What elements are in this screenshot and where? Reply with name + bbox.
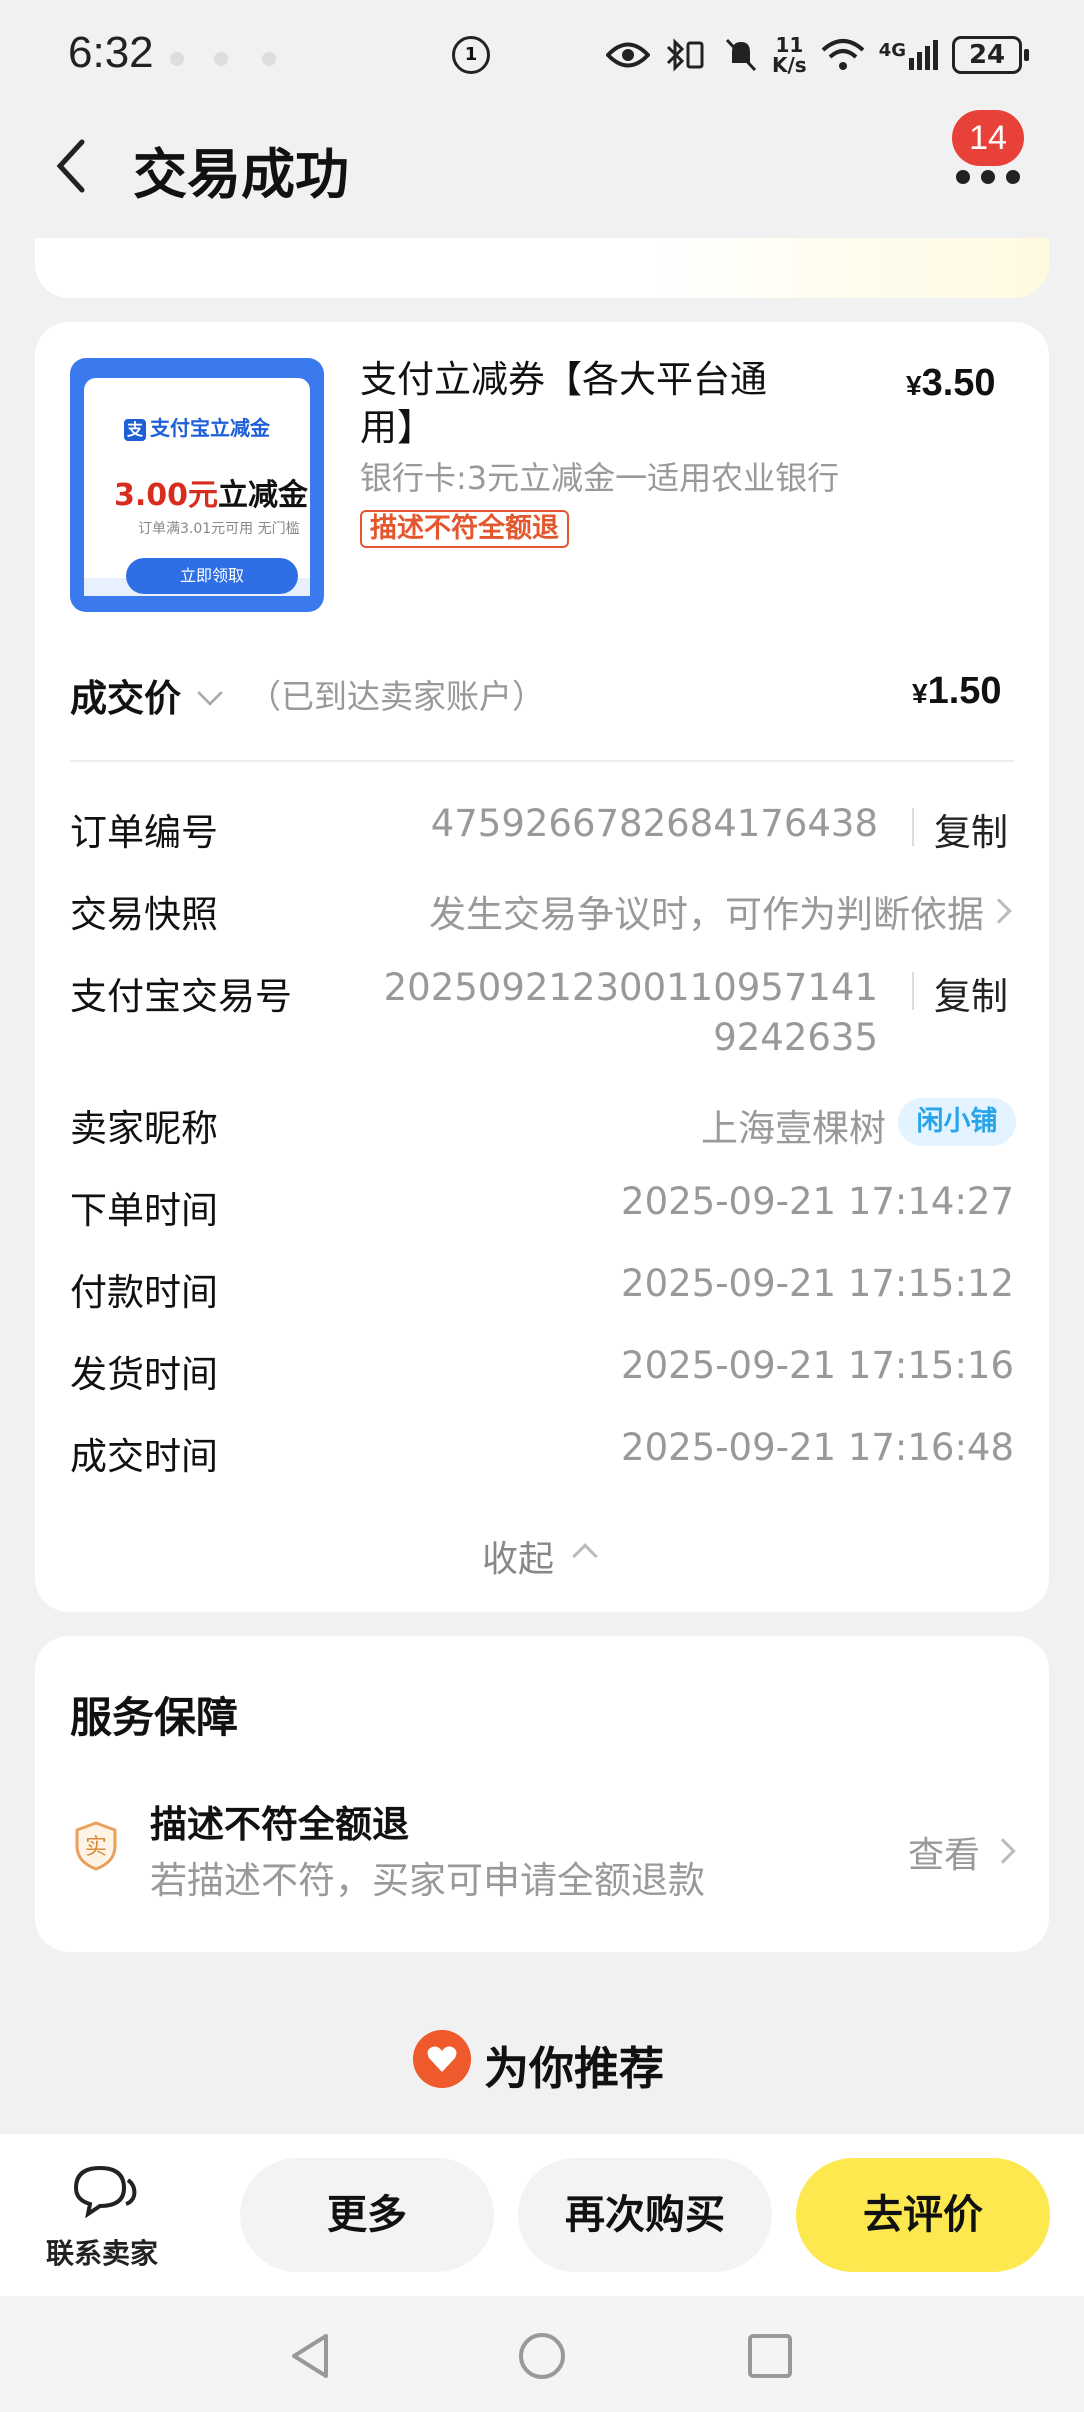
status-icons: 11 K/s 4G 24 (606, 30, 1030, 80)
thumbnail-amount: 3.00元立减金 (114, 470, 308, 514)
network-speed: 11 K/s (772, 35, 807, 75)
cellular-signal-icon: 4G (878, 40, 939, 70)
shield-icon: 实 (75, 1821, 117, 1871)
wifi-icon (821, 39, 865, 70)
heart-icon (413, 2030, 471, 2088)
thumbnail-brand-text: 支付宝立减金 (150, 416, 270, 440)
deal-price: ¥1.50 (912, 670, 1002, 713)
status-time: 6:32 (68, 28, 154, 77)
nav-home-icon[interactable] (516, 2330, 568, 2382)
service-view-link[interactable]: 查看 (908, 1826, 980, 1878)
ship-time-value: 2025-09-21 17:15:16 (621, 1344, 1014, 1387)
snapshot-label: 交易快照 (70, 893, 218, 936)
service-title: 服务保障 (70, 1693, 239, 1742)
nav-back-icon[interactable] (286, 2330, 334, 2382)
currency-symbol: ¥ (912, 678, 928, 709)
thumbnail-coupon: 支支付宝立减金 3.00元立减金 订单满3.01元可用 无门槛 立即领取 (84, 378, 310, 596)
shield-icon-char: 实 (85, 1835, 107, 1860)
recommend-title: 为你推荐 (484, 2042, 665, 2095)
bluetooth-vibrate-icon (666, 38, 704, 72)
service-name: 描述不符全额退 (150, 1803, 409, 1846)
data-saver-icon: 1 (452, 36, 490, 74)
order-time-value: 2025-09-21 17:14:27 (621, 1180, 1014, 1223)
order-number-label: 订单编号 (70, 811, 218, 854)
network-speed-value: 11 (775, 33, 804, 57)
deal-price-value: 1.50 (927, 670, 1002, 712)
seller-name[interactable]: 上海壹棵树 (701, 1098, 886, 1152)
order-time-label: 下单时间 (70, 1189, 218, 1232)
thumbnail-amount-suffix: 立减金 (218, 478, 309, 513)
more-button[interactable]: 更多 (240, 2158, 494, 2272)
item-thumbnail[interactable]: 支支付宝立减金 3.00元立减金 订单满3.01元可用 无门槛 立即领取 (70, 358, 324, 612)
item-price-value: 3.50 (921, 362, 996, 404)
thumbnail-claim-button: 立即领取 (126, 558, 298, 594)
buy-again-button[interactable]: 再次购买 (518, 2158, 772, 2272)
alipay-logo-icon: 支 (124, 418, 146, 441)
thumbnail-amount-value: 3.00元 (114, 478, 219, 513)
snapshot-value[interactable]: 发生交易争议时，可作为判断依据 (429, 884, 984, 938)
back-arrow-icon[interactable] (50, 136, 96, 196)
ship-time-label: 发货时间 (70, 1353, 218, 1396)
status-notification-icon (262, 52, 276, 66)
mute-bell-icon (725, 38, 757, 72)
battery-indicator: 24 (952, 36, 1030, 74)
status-banner-card (35, 238, 1049, 298)
system-navigation-bar (0, 2296, 1084, 2412)
pay-time-value: 2025-09-21 17:15:12 (621, 1262, 1014, 1305)
contact-seller-label[interactable]: 联系卖家 (46, 2232, 158, 2272)
status-notification-icon (170, 52, 184, 66)
divider (70, 760, 1014, 762)
eye-icon (606, 42, 650, 68)
status-bar: 6:32 1 11 K/s 4G 24 (0, 0, 1084, 110)
pay-time-label: 付款时间 (70, 1271, 218, 1314)
deal-price-note: （已到达卖家账户） (248, 677, 545, 716)
review-button[interactable]: 去评价 (796, 2158, 1050, 2272)
thumbnail-brand: 支支付宝立减金 (124, 412, 270, 441)
copy-alipay-number-button[interactable]: 复制 (934, 966, 1008, 1020)
network-type: 4G (878, 40, 907, 61)
item-title[interactable]: 支付立减券【各大平台通用】 (360, 356, 820, 452)
alipay-trade-number-line2: 9242635 (713, 1016, 878, 1059)
order-number-value: 4759266782684176438 (430, 802, 878, 845)
alipay-trade-number-line1: 202509212300110957141 (383, 966, 878, 1009)
shop-badge: 闲小铺 (898, 1098, 1016, 1146)
seller-label: 卖家昵称 (70, 1107, 218, 1150)
item-sku: 银行卡:3元立减金一适用农业银行 (360, 459, 840, 497)
page-title: 交易成功 (133, 145, 349, 205)
service-description: 若描述不符，买家可申请全额退款 (150, 1859, 705, 1902)
more-dots-icon[interactable] (956, 170, 1020, 184)
separator (912, 808, 914, 846)
chat-bubble-icon[interactable] (70, 2162, 140, 2218)
separator (912, 972, 914, 1010)
copy-order-number-button[interactable]: 复制 (934, 802, 1008, 856)
deal-price-label[interactable]: 成交价 (70, 668, 181, 722)
refund-guarantee-tag: 描述不符全额退 (360, 510, 569, 548)
network-speed-unit: K/s (772, 53, 807, 77)
collapse-button[interactable]: 收起 (482, 1530, 554, 1582)
alipay-trade-number-label: 支付宝交易号 (70, 975, 292, 1018)
nav-recents-icon[interactable] (746, 2332, 794, 2380)
item-price: ¥3.50 (906, 362, 996, 405)
notification-badge: 14 (952, 110, 1024, 166)
deal-time-label: 成交时间 (70, 1435, 218, 1478)
deal-time-value: 2025-09-21 17:16:48 (621, 1426, 1014, 1469)
currency-symbol: ¥ (906, 370, 922, 401)
thumbnail-subtext: 订单满3.01元可用 无门槛 (138, 521, 300, 537)
status-notification-icon (214, 52, 228, 66)
